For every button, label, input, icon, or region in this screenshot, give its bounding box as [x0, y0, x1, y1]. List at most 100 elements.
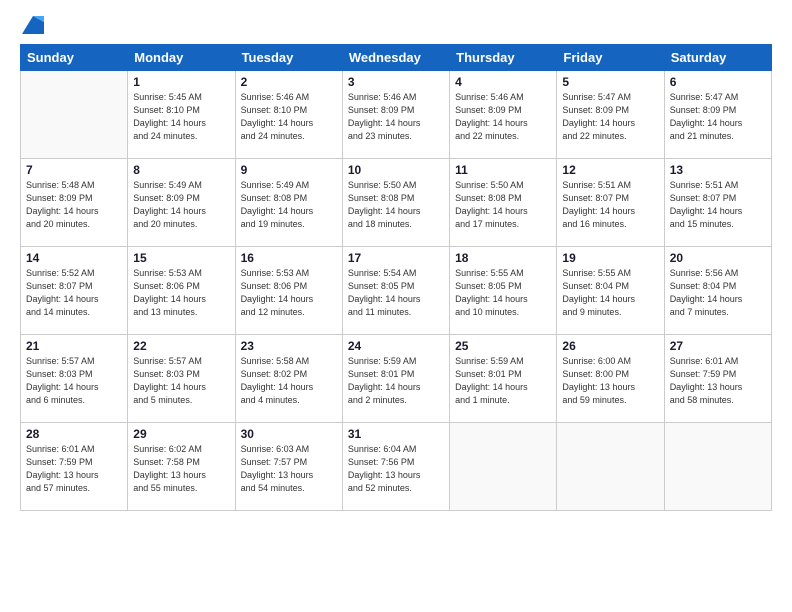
- day-header-wednesday: Wednesday: [342, 45, 449, 71]
- day-number: 11: [455, 163, 551, 177]
- day-info: Sunrise: 5:51 AM Sunset: 8:07 PM Dayligh…: [670, 179, 766, 231]
- day-info: Sunrise: 5:58 AM Sunset: 8:02 PM Dayligh…: [241, 355, 337, 407]
- day-number: 14: [26, 251, 122, 265]
- day-number: 25: [455, 339, 551, 353]
- calendar-cell: 23 Sunrise: 5:58 AM Sunset: 8:02 PM Dayli…: [235, 335, 342, 423]
- calendar-cell: 31 Sunrise: 6:04 AM Sunset: 7:56 PM Dayli…: [342, 423, 449, 511]
- day-header-monday: Monday: [128, 45, 235, 71]
- calendar-cell: 2 Sunrise: 5:46 AM Sunset: 8:10 PM Daylig…: [235, 71, 342, 159]
- day-info: Sunrise: 5:49 AM Sunset: 8:09 PM Dayligh…: [133, 179, 229, 231]
- calendar-cell: 19 Sunrise: 5:55 AM Sunset: 8:04 PM Dayli…: [557, 247, 664, 335]
- day-info: Sunrise: 5:57 AM Sunset: 8:03 PM Dayligh…: [133, 355, 229, 407]
- day-info: Sunrise: 6:01 AM Sunset: 7:59 PM Dayligh…: [670, 355, 766, 407]
- day-info: Sunrise: 5:52 AM Sunset: 8:07 PM Dayligh…: [26, 267, 122, 319]
- day-number: 17: [348, 251, 444, 265]
- day-number: 3: [348, 75, 444, 89]
- calendar-cell: 28Sunrise: 6:01 AM Sunset: 7:59 PM Dayli…: [21, 423, 128, 511]
- day-info: Sunrise: 5:50 AM Sunset: 8:08 PM Dayligh…: [455, 179, 551, 231]
- calendar-cell: 4Sunrise: 5:46 AM Sunset: 8:09 PM Daylig…: [450, 71, 557, 159]
- day-number: 26: [562, 339, 658, 353]
- day-info: Sunrise: 5:53 AM Sunset: 8:06 PM Dayligh…: [241, 267, 337, 319]
- calendar-cell: [664, 423, 771, 511]
- calendar-week-5: 28Sunrise: 6:01 AM Sunset: 7:59 PM Dayli…: [21, 423, 772, 511]
- calendar-week-4: 21 Sunrise: 5:57 AM Sunset: 8:03 PM Dayli…: [21, 335, 772, 423]
- day-header-thursday: Thursday: [450, 45, 557, 71]
- day-info: Sunrise: 5:59 AM Sunset: 8:01 PM Dayligh…: [348, 355, 444, 407]
- day-info: Sunrise: 5:46 AM Sunset: 8:10 PM Dayligh…: [241, 91, 337, 143]
- day-number: 24: [348, 339, 444, 353]
- day-number: 10: [348, 163, 444, 177]
- calendar-table: SundayMondayTuesdayWednesdayThursdayFrid…: [20, 44, 772, 511]
- calendar-cell: 16 Sunrise: 5:53 AM Sunset: 8:06 PM Dayli…: [235, 247, 342, 335]
- day-number: 12: [562, 163, 658, 177]
- calendar-cell: 27Sunrise: 6:01 AM Sunset: 7:59 PM Dayli…: [664, 335, 771, 423]
- calendar-cell: 18 Sunrise: 5:55 AM Sunset: 8:05 PM Dayli…: [450, 247, 557, 335]
- day-header-sunday: Sunday: [21, 45, 128, 71]
- calendar-cell: 7 Sunrise: 5:48 AM Sunset: 8:09 PM Daylig…: [21, 159, 128, 247]
- header: [20, 18, 772, 36]
- day-info: Sunrise: 5:47 AM Sunset: 8:09 PM Dayligh…: [562, 91, 658, 143]
- calendar-cell: [21, 71, 128, 159]
- day-info: Sunrise: 5:55 AM Sunset: 8:04 PM Dayligh…: [562, 267, 658, 319]
- calendar-cell: 20 Sunrise: 5:56 AM Sunset: 8:04 PM Dayli…: [664, 247, 771, 335]
- day-info: Sunrise: 5:50 AM Sunset: 8:08 PM Dayligh…: [348, 179, 444, 231]
- calendar-cell: 14 Sunrise: 5:52 AM Sunset: 8:07 PM Dayli…: [21, 247, 128, 335]
- day-number: 9: [241, 163, 337, 177]
- day-info: Sunrise: 5:57 AM Sunset: 8:03 PM Dayligh…: [26, 355, 122, 407]
- day-header-friday: Friday: [557, 45, 664, 71]
- day-info: Sunrise: 6:04 AM Sunset: 7:56 PM Dayligh…: [348, 443, 444, 495]
- day-number: 7: [26, 163, 122, 177]
- day-info: Sunrise: 5:47 AM Sunset: 8:09 PM Dayligh…: [670, 91, 766, 143]
- calendar-cell: 24 Sunrise: 5:59 AM Sunset: 8:01 PM Dayli…: [342, 335, 449, 423]
- day-info: Sunrise: 5:48 AM Sunset: 8:09 PM Dayligh…: [26, 179, 122, 231]
- day-number: 2: [241, 75, 337, 89]
- day-info: Sunrise: 5:51 AM Sunset: 8:07 PM Dayligh…: [562, 179, 658, 231]
- day-number: 18: [455, 251, 551, 265]
- calendar-header-row: SundayMondayTuesdayWednesdayThursdayFrid…: [21, 45, 772, 71]
- day-number: 13: [670, 163, 766, 177]
- day-info: Sunrise: 5:46 AM Sunset: 8:09 PM Dayligh…: [455, 91, 551, 143]
- calendar-cell: 17 Sunrise: 5:54 AM Sunset: 8:05 PM Dayli…: [342, 247, 449, 335]
- day-info: Sunrise: 5:45 AM Sunset: 8:10 PM Dayligh…: [133, 91, 229, 143]
- day-info: Sunrise: 6:02 AM Sunset: 7:58 PM Dayligh…: [133, 443, 229, 495]
- day-number: 30: [241, 427, 337, 441]
- day-number: 20: [670, 251, 766, 265]
- day-info: Sunrise: 5:46 AM Sunset: 8:09 PM Dayligh…: [348, 91, 444, 143]
- calendar-cell: 11 Sunrise: 5:50 AM Sunset: 8:08 PM Dayli…: [450, 159, 557, 247]
- day-header-tuesday: Tuesday: [235, 45, 342, 71]
- calendar-cell: 29 Sunrise: 6:02 AM Sunset: 7:58 PM Dayli…: [128, 423, 235, 511]
- calendar-cell: [557, 423, 664, 511]
- calendar-week-3: 14 Sunrise: 5:52 AM Sunset: 8:07 PM Dayli…: [21, 247, 772, 335]
- calendar-cell: 15Sunrise: 5:53 AM Sunset: 8:06 PM Dayli…: [128, 247, 235, 335]
- calendar-cell: 8 Sunrise: 5:49 AM Sunset: 8:09 PM Daylig…: [128, 159, 235, 247]
- calendar-cell: 30Sunrise: 6:03 AM Sunset: 7:57 PM Dayli…: [235, 423, 342, 511]
- day-number: 23: [241, 339, 337, 353]
- day-info: Sunrise: 5:56 AM Sunset: 8:04 PM Dayligh…: [670, 267, 766, 319]
- day-number: 31: [348, 427, 444, 441]
- calendar-cell: 21 Sunrise: 5:57 AM Sunset: 8:03 PM Dayli…: [21, 335, 128, 423]
- day-number: 22: [133, 339, 229, 353]
- day-number: 29: [133, 427, 229, 441]
- calendar-cell: 10 Sunrise: 5:50 AM Sunset: 8:08 PM Dayli…: [342, 159, 449, 247]
- day-info: Sunrise: 5:54 AM Sunset: 8:05 PM Dayligh…: [348, 267, 444, 319]
- calendar-cell: 13 Sunrise: 5:51 AM Sunset: 8:07 PM Dayli…: [664, 159, 771, 247]
- calendar-cell: 6 Sunrise: 5:47 AM Sunset: 8:09 PM Daylig…: [664, 71, 771, 159]
- day-number: 19: [562, 251, 658, 265]
- day-number: 21: [26, 339, 122, 353]
- calendar-cell: 22 Sunrise: 5:57 AM Sunset: 8:03 PM Dayli…: [128, 335, 235, 423]
- day-info: Sunrise: 5:59 AM Sunset: 8:01 PM Dayligh…: [455, 355, 551, 407]
- day-header-saturday: Saturday: [664, 45, 771, 71]
- calendar-cell: 26Sunrise: 6:00 AM Sunset: 8:00 PM Dayli…: [557, 335, 664, 423]
- calendar-cell: 3 Sunrise: 5:46 AM Sunset: 8:09 PM Daylig…: [342, 71, 449, 159]
- calendar-cell: 12 Sunrise: 5:51 AM Sunset: 8:07 PM Dayli…: [557, 159, 664, 247]
- day-number: 8: [133, 163, 229, 177]
- calendar-cell: 5 Sunrise: 5:47 AM Sunset: 8:09 PM Daylig…: [557, 71, 664, 159]
- calendar-cell: 1Sunrise: 5:45 AM Sunset: 8:10 PM Daylig…: [128, 71, 235, 159]
- calendar-cell: [450, 423, 557, 511]
- day-number: 5: [562, 75, 658, 89]
- day-number: 6: [670, 75, 766, 89]
- calendar-cell: 9Sunrise: 5:49 AM Sunset: 8:08 PM Daylig…: [235, 159, 342, 247]
- calendar-week-2: 7 Sunrise: 5:48 AM Sunset: 8:09 PM Daylig…: [21, 159, 772, 247]
- day-number: 16: [241, 251, 337, 265]
- day-info: Sunrise: 5:55 AM Sunset: 8:05 PM Dayligh…: [455, 267, 551, 319]
